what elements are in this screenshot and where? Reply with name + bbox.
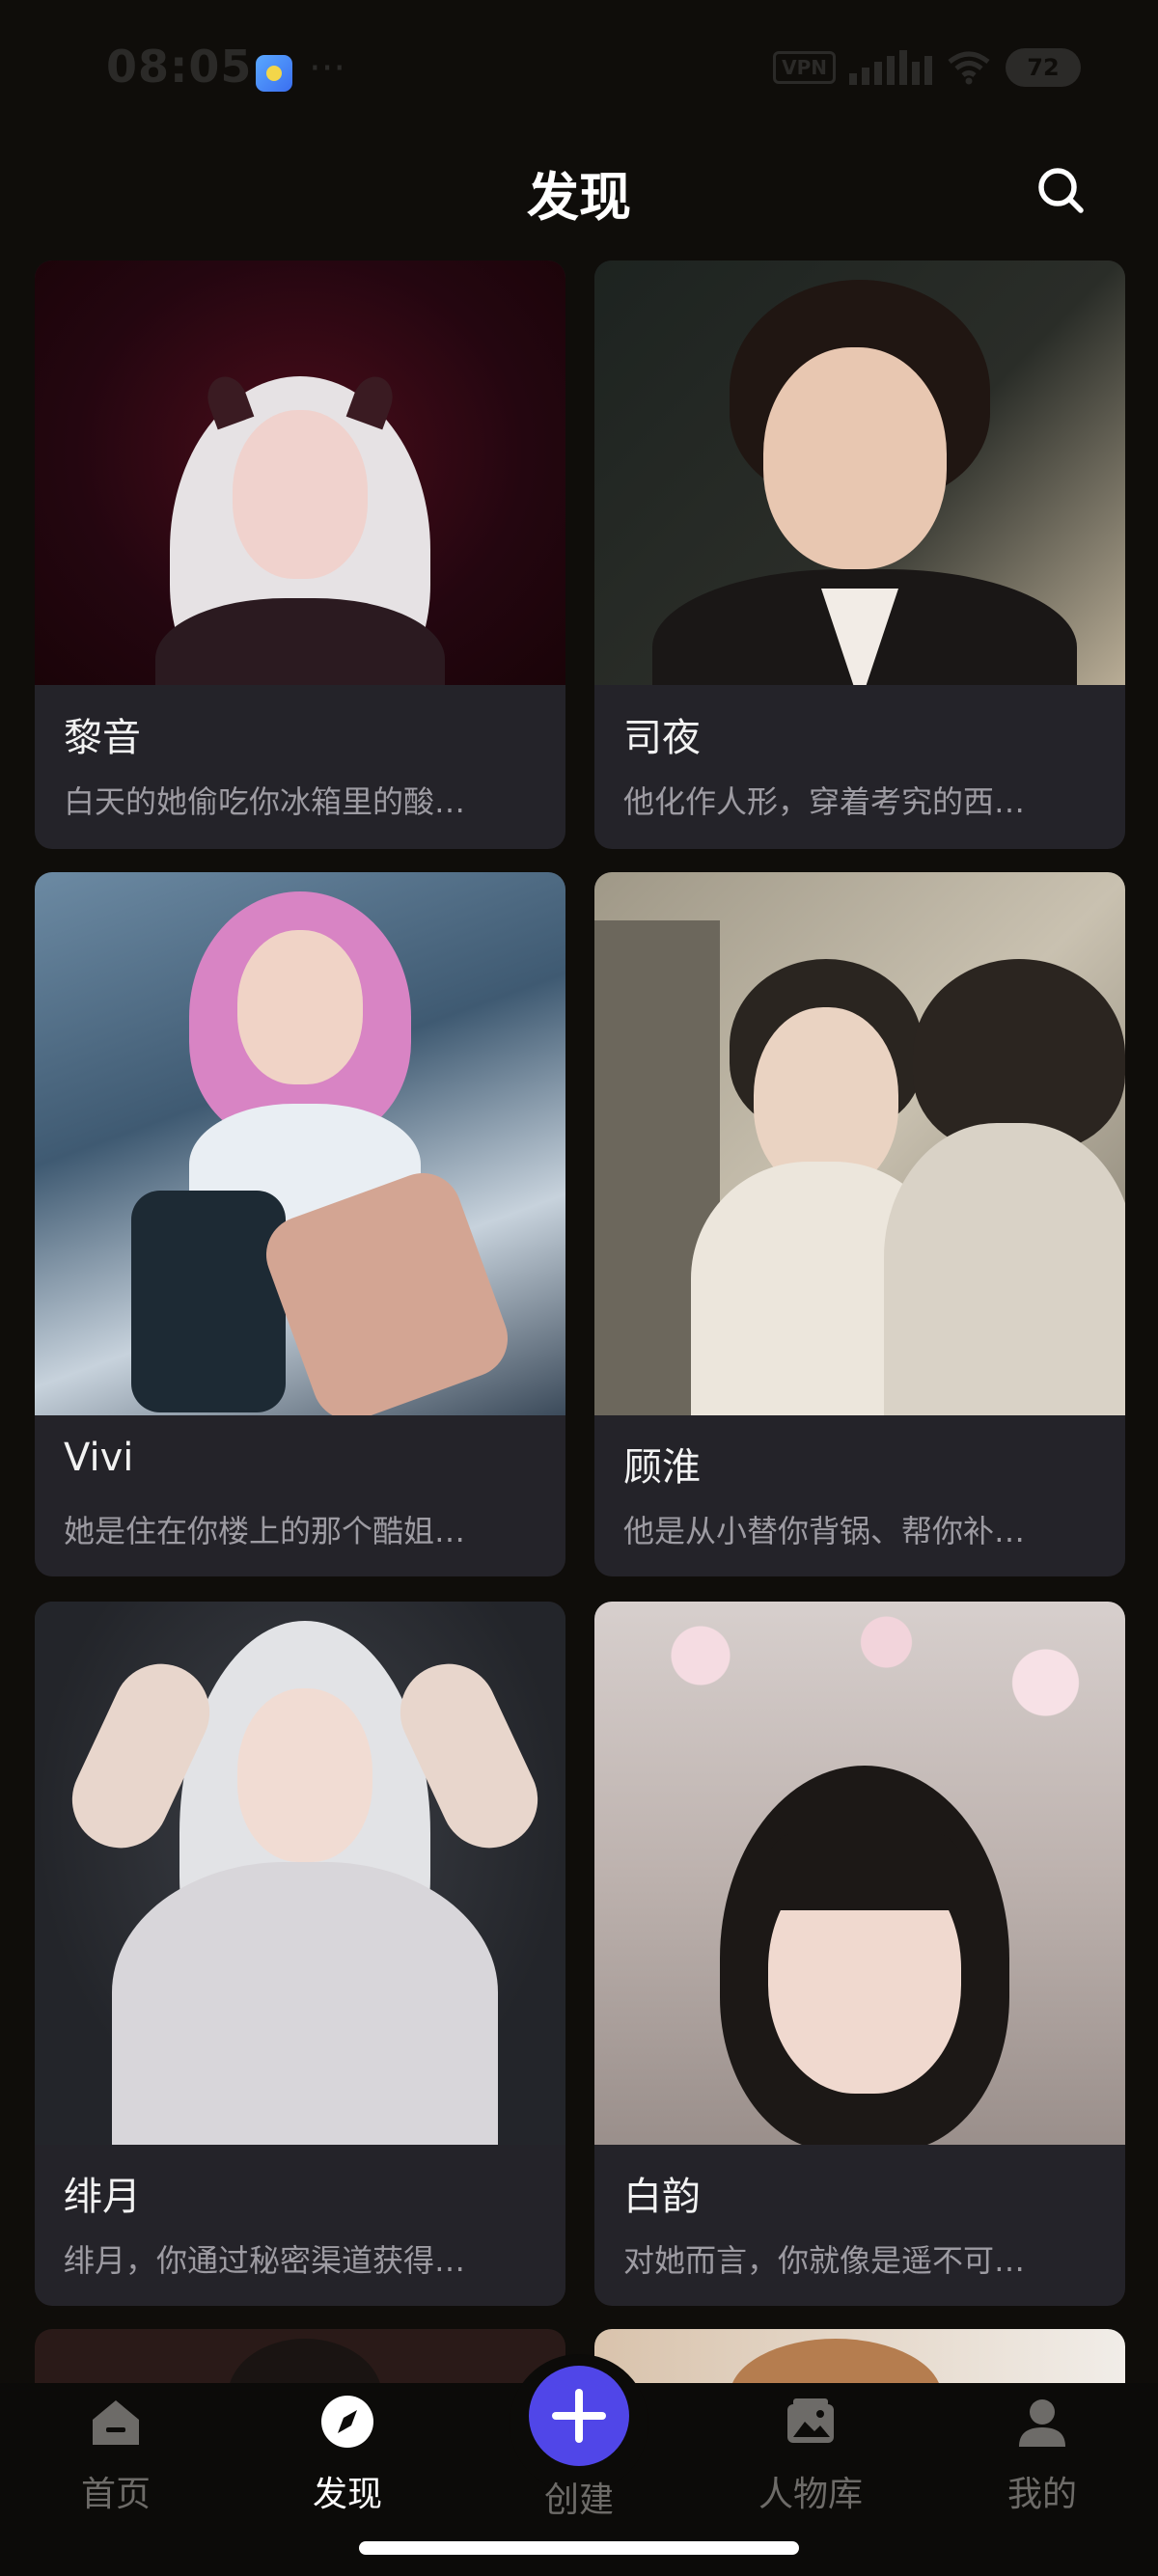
character-name: 黎音 <box>64 716 141 760</box>
compass-icon <box>321 2396 373 2448</box>
nav-mine-label: 我的 <box>1006 2475 1077 2514</box>
nav-home[interactable]: 首页 <box>43 2393 188 2516</box>
create-button[interactable] <box>529 2366 629 2466</box>
character-description: 对她而言，你就像是遥不可… <box>623 2242 1026 2279</box>
home-indicator <box>359 2541 799 2555</box>
character-card[interactable]: 司夜 他化作人形，穿着考究的西… <box>594 260 1125 849</box>
character-portrait <box>594 1602 1125 2145</box>
battery-icon: 72 <box>1006 48 1081 87</box>
status-indicators: VPN 72 <box>773 48 1081 87</box>
character-card[interactable] <box>35 2329 565 2383</box>
character-description: 他化作人形，穿着考究的西… <box>623 783 1026 820</box>
search-icon[interactable] <box>1034 164 1089 218</box>
character-portrait <box>35 260 565 685</box>
character-card[interactable] <box>594 2329 1125 2383</box>
character-name: 绯月 <box>64 2175 141 2219</box>
character-card[interactable]: 白韵 对她而言，你就像是遥不可… <box>594 1602 1125 2306</box>
character-name: Vivi <box>64 1436 134 1480</box>
character-grid: 黎音 白天的她偷吃你冰箱里的酸… 司夜 他化作人形，穿着考究的西… Vivi 她… <box>35 260 1125 2383</box>
character-name: 白韵 <box>623 2175 701 2219</box>
home-icon <box>93 2400 139 2445</box>
nav-mine[interactable]: 我的 <box>970 2393 1115 2516</box>
nav-discover[interactable]: 发现 <box>275 2393 420 2516</box>
character-card[interactable]: 绯月 绯月，你通过秘密渠道获得… <box>35 1602 565 2306</box>
page-title: 发现 <box>527 167 631 228</box>
nav-home-label: 首页 <box>80 2475 151 2514</box>
character-description: 他是从小替你背锅、帮你补… <box>623 1513 1026 1549</box>
user-icon <box>1019 2399 1065 2447</box>
more-notifications-icon: ··· <box>309 46 346 91</box>
character-portrait <box>35 872 565 1415</box>
character-name: 顾淮 <box>623 1445 701 1490</box>
character-portrait <box>594 872 1125 1415</box>
gallery-icon <box>787 2398 834 2443</box>
character-description: 她是住在你楼上的那个酷姐… <box>64 1513 466 1549</box>
plus-icon <box>552 2389 606 2443</box>
wifi-icon <box>948 51 990 85</box>
character-portrait <box>594 260 1125 685</box>
character-description: 白天的她偷吃你冰箱里的酸… <box>64 783 466 820</box>
nav-discover-label: 发现 <box>312 2475 382 2514</box>
character-card[interactable]: Vivi 她是住在你楼上的那个酷姐… <box>35 872 565 1576</box>
vpn-icon: VPN <box>773 51 836 84</box>
character-card[interactable]: 顾淮 他是从小替你背锅、帮你补… <box>594 872 1125 1576</box>
character-card[interactable]: 黎音 白天的她偷吃你冰箱里的酸… <box>35 260 565 849</box>
character-description: 绯月，你通过秘密渠道获得… <box>64 2242 466 2279</box>
nav-characters-label: 人物库 <box>758 2475 863 2514</box>
signal-icon <box>849 50 932 85</box>
gallery-app-icon <box>256 55 292 92</box>
status-bar: 08:05 ··· VPN 72 <box>0 0 1158 145</box>
nav-create-label[interactable]: 创建 <box>507 2472 651 2522</box>
status-time: 08:05 <box>106 41 253 93</box>
character-name: 司夜 <box>623 716 701 760</box>
character-portrait <box>35 1602 565 2145</box>
nav-characters[interactable]: 人物库 <box>738 2393 883 2516</box>
